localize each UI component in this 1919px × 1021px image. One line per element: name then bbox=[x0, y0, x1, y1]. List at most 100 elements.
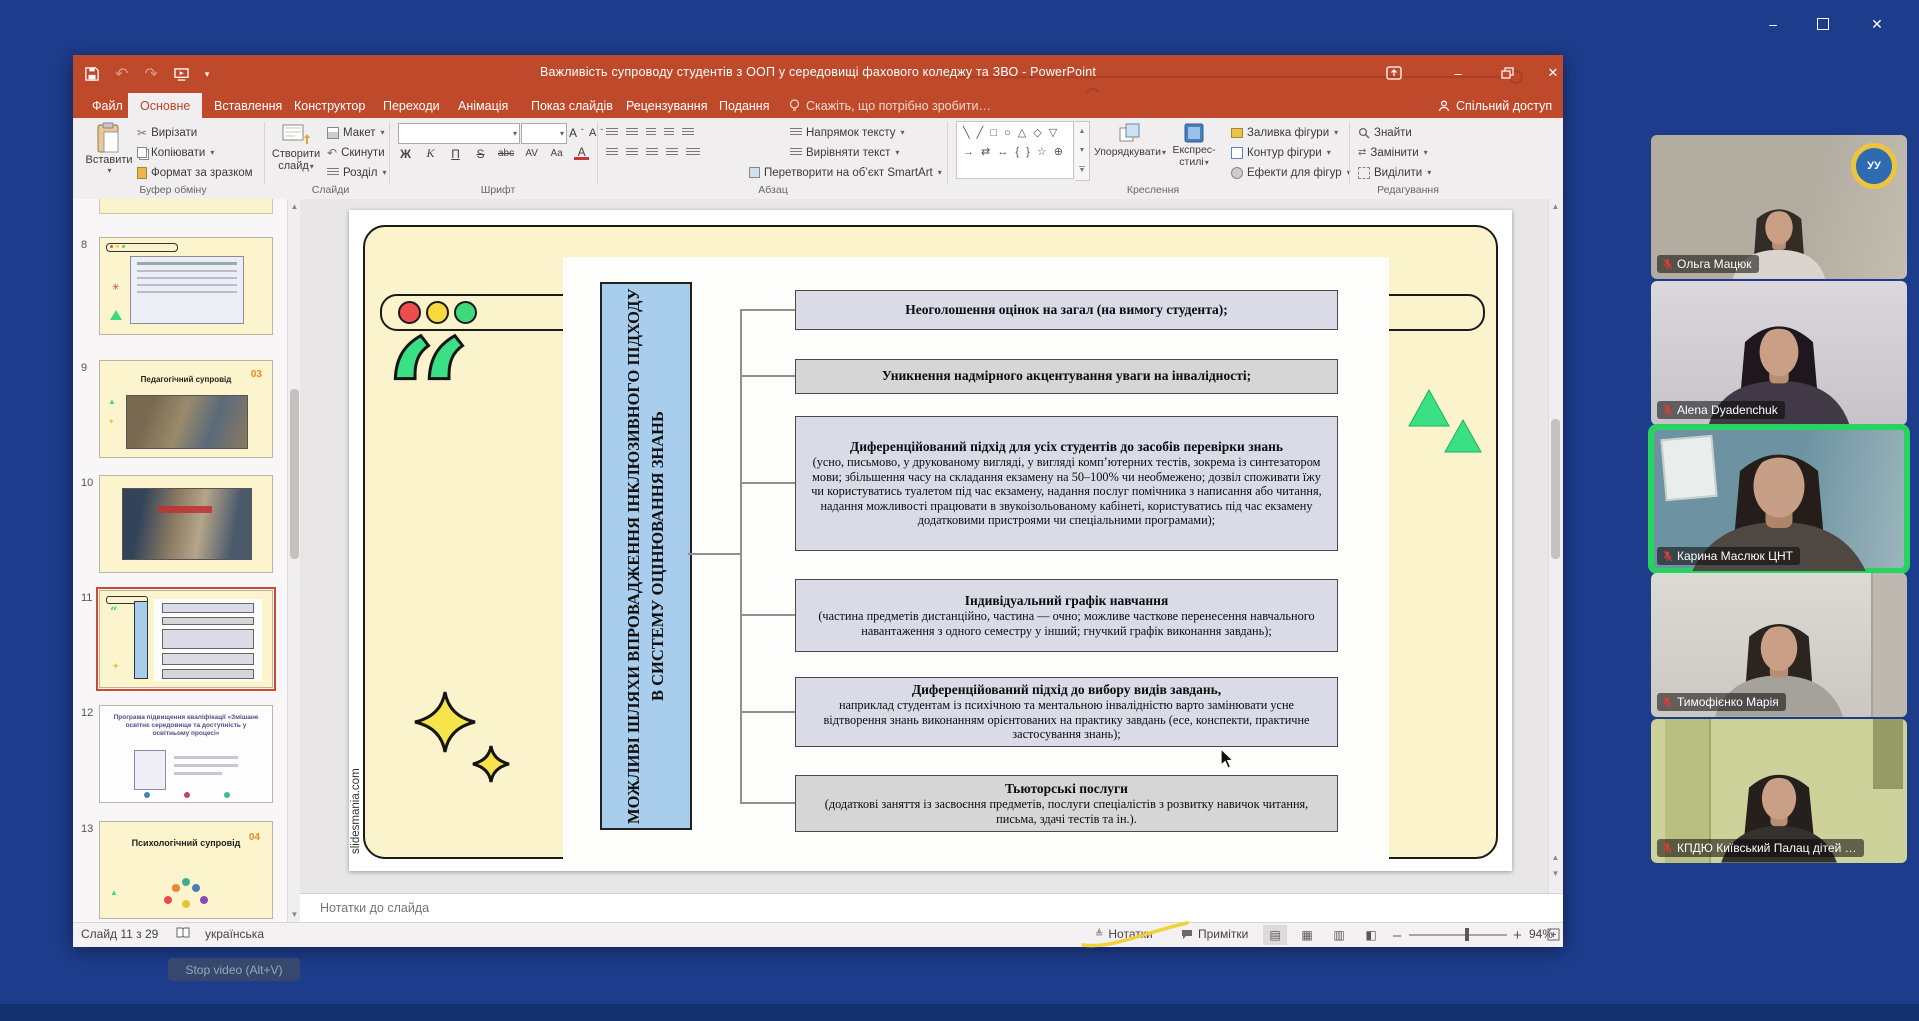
minimize-button[interactable]: – bbox=[1441, 61, 1475, 85]
align-left-icon[interactable] bbox=[606, 148, 618, 157]
previous-slide-button[interactable]: ▲ bbox=[1549, 851, 1562, 864]
diagram-box-4[interactable]: Індивідуальний графік навчання (частина … bbox=[795, 579, 1338, 652]
thumbnail-slide-13[interactable]: Психологічний супровід 04 ▲ bbox=[99, 821, 273, 919]
diagram-root-box[interactable]: МОЖЛИВІ ШЛЯХИ ВПРОВАДЖЕННЯ ІНКЛЮЗИВНОГО … bbox=[600, 282, 692, 830]
diagram-box-6[interactable]: Тьюторські послуги (додаткові заняття із… bbox=[795, 775, 1338, 832]
tab-home[interactable]: Основне bbox=[128, 93, 203, 118]
view-normal-button[interactable]: ▤ bbox=[1263, 925, 1287, 945]
zoom-out-button[interactable]: – bbox=[1393, 927, 1401, 944]
section-button[interactable]: Розділ ▾ bbox=[327, 164, 386, 181]
zoom-slider-track[interactable] bbox=[1409, 934, 1507, 936]
thumbnail-slide-10[interactable] bbox=[99, 475, 273, 573]
language-status[interactable]: українська bbox=[205, 927, 264, 941]
font-size-combobox[interactable]: ▾ bbox=[521, 123, 567, 144]
shape-fill-button[interactable]: Заливка фігури ▾ bbox=[1231, 124, 1338, 141]
numbering-icon[interactable] bbox=[626, 128, 638, 137]
tab-slideshow[interactable]: Показ слайдів bbox=[519, 93, 625, 118]
zoom-in-button[interactable]: + bbox=[1513, 927, 1522, 944]
thumbnail-scrollbar[interactable]: ▲ ▼ bbox=[287, 199, 301, 922]
zoom-slider-thumb[interactable] bbox=[1465, 928, 1469, 941]
thumbnail-slide-12[interactable]: Програма підвищення кваліфікації «Змішан… bbox=[99, 705, 273, 803]
tab-animations[interactable]: Анімація bbox=[446, 93, 520, 118]
align-center-icon[interactable] bbox=[626, 148, 638, 157]
change-case-button[interactable]: Aa bbox=[549, 148, 564, 159]
comments-toggle-button[interactable]: Примітки bbox=[1181, 927, 1248, 941]
underline-button[interactable]: П bbox=[448, 147, 463, 161]
text-direction-button[interactable]: Напрямок тексту ▾ bbox=[790, 124, 905, 141]
replace-button[interactable]: ⇄ Замінити ▾ bbox=[1358, 144, 1428, 161]
view-slideshow-button[interactable]: ◧ bbox=[1359, 925, 1383, 945]
view-reading-button[interactable]: ▥ bbox=[1327, 925, 1351, 945]
slide-scrollbar[interactable]: ▲ ▲ ▼ bbox=[1548, 199, 1562, 893]
thumbnail-slide-7-partial[interactable] bbox=[99, 199, 273, 214]
columns-icon[interactable] bbox=[686, 148, 700, 157]
thumbnail-slide-11-selected[interactable]: “ ✦ bbox=[96, 587, 276, 691]
slide-canvas[interactable]: “ slidesmania.com МОЖЛИВІ ШЛЯХИ ВПРОВАДЖ… bbox=[300, 199, 1548, 893]
shapes-gallery-scroll[interactable]: ▲ ▼ ▼ bbox=[1075, 121, 1090, 181]
shape-effects-button[interactable]: Ефекти для фігур▾ bbox=[1231, 164, 1351, 181]
slide-indicator[interactable]: Слайд 11 з 29 bbox=[81, 927, 158, 941]
align-text-button[interactable]: Вирівняти текст ▾ bbox=[790, 144, 899, 161]
scrollbar-thumb[interactable] bbox=[290, 389, 299, 559]
clear-formatting-button[interactable]: abc bbox=[498, 148, 514, 159]
share-button[interactable]: Спільний доступ bbox=[1438, 93, 1552, 118]
layout-button[interactable]: Макет ▾ bbox=[327, 124, 385, 141]
align-right-icon[interactable] bbox=[646, 148, 658, 157]
new-slide-button[interactable]: Створити слайд ▾ bbox=[272, 122, 320, 172]
strikethrough-button[interactable]: S bbox=[473, 147, 488, 161]
diagram-box-3[interactable]: Диференційований підхід для усіх студент… bbox=[795, 416, 1338, 551]
zoom-close-button[interactable]: ✕ bbox=[1862, 12, 1892, 36]
tell-me-box[interactable]: Скажіть, що потрібно зробити… bbox=[789, 93, 991, 118]
justify-icon[interactable] bbox=[666, 148, 678, 157]
tab-transitions[interactable]: Переходи bbox=[371, 93, 452, 118]
cut-button[interactable]: ✂ Вирізати bbox=[137, 124, 197, 141]
scroll-up-arrow[interactable]: ▲ bbox=[1549, 200, 1562, 213]
proofing-status[interactable] bbox=[176, 927, 190, 938]
notes-pane[interactable]: Нотатки до слайда bbox=[300, 893, 1563, 923]
character-spacing-button[interactable]: AV bbox=[524, 148, 539, 159]
quick-styles-button[interactable]: Експрес- стилі ▾ bbox=[1167, 122, 1221, 168]
tab-view[interactable]: Подання bbox=[707, 93, 781, 118]
arrange-button[interactable]: Упорядкувати ▾ bbox=[1094, 122, 1166, 158]
shape-outline-button[interactable]: Контур фігури ▾ bbox=[1231, 144, 1331, 161]
next-slide-button[interactable]: ▼ bbox=[1549, 867, 1562, 880]
participant-tile-5[interactable]: КПДЮ Київський Палац дітей … bbox=[1651, 719, 1907, 863]
tab-file[interactable]: Файл bbox=[80, 93, 135, 118]
participant-tile-2[interactable]: Alena Dyadenchuk bbox=[1651, 281, 1907, 425]
participant-tile-1[interactable]: УУ Ольга Мацюк bbox=[1651, 135, 1907, 279]
fit-to-window-button[interactable] bbox=[1547, 928, 1560, 941]
format-painter-button[interactable]: Формат за зразком bbox=[137, 164, 253, 181]
zoom-minimize-button[interactable]: – bbox=[1758, 12, 1788, 36]
close-button[interactable]: ✕ bbox=[1536, 61, 1563, 85]
font-color-button[interactable]: А bbox=[574, 146, 590, 161]
find-button[interactable]: Знайти bbox=[1358, 124, 1412, 141]
participant-tile-3-active-speaker[interactable]: Карина Маслюк ЦНТ bbox=[1651, 427, 1907, 571]
thumbnail-slide-9[interactable]: Педагогічний супровід 03 ▲ ✦ bbox=[99, 360, 273, 458]
increase-indent-icon[interactable] bbox=[664, 128, 674, 137]
reset-button[interactable]: ↶ Скинути bbox=[327, 144, 385, 161]
scrollbar-thumb[interactable] bbox=[1551, 419, 1560, 559]
restore-button[interactable] bbox=[1491, 61, 1525, 85]
thumbnail-slide-8[interactable]: ✳ bbox=[99, 237, 273, 335]
view-slide-sorter-button[interactable]: ▦ bbox=[1295, 925, 1319, 945]
participant-tile-4[interactable]: Тимофієнко Марія bbox=[1651, 573, 1907, 717]
tab-review[interactable]: Рецензування bbox=[614, 93, 719, 118]
presenter-display-button[interactable] bbox=[1377, 61, 1411, 85]
diagram-box-1[interactable]: Неоголошення оцінок на загал (на вимогу … bbox=[795, 290, 1338, 330]
grow-font-button[interactable]: Аˆ bbox=[569, 124, 584, 141]
bold-button[interactable]: Ж bbox=[398, 147, 413, 161]
smartart-button[interactable]: Перетворити на об’єкт SmartArt ▾ bbox=[749, 164, 942, 181]
copy-button[interactable]: Копіювати ▾ bbox=[137, 144, 214, 161]
shapes-gallery[interactable]: ╲ ╱ □ ○ △ ◇ ▽ → ⇄ ↔ { } ☆ ⊕ bbox=[956, 121, 1074, 179]
font-name-combobox[interactable]: ▾ bbox=[398, 123, 520, 144]
diagram-box-2[interactable]: Уникнення надмірного акцентування уваги … bbox=[795, 359, 1338, 394]
slide[interactable]: “ slidesmania.com МОЖЛИВІ ШЛЯХИ ВПРОВАДЖ… bbox=[349, 210, 1512, 871]
decrease-indent-icon[interactable] bbox=[646, 128, 656, 137]
paste-button[interactable]: Вставити ▾ bbox=[85, 122, 133, 175]
tab-insert[interactable]: Вставлення bbox=[202, 93, 294, 118]
zoom-maximize-button[interactable] bbox=[1808, 12, 1838, 36]
stop-video-tooltip[interactable]: Stop video (Alt+V) bbox=[168, 958, 300, 981]
shrink-font-button[interactable]: Аˇ bbox=[589, 124, 603, 141]
bullets-icon[interactable] bbox=[606, 128, 618, 137]
italic-button[interactable]: К bbox=[423, 146, 438, 161]
